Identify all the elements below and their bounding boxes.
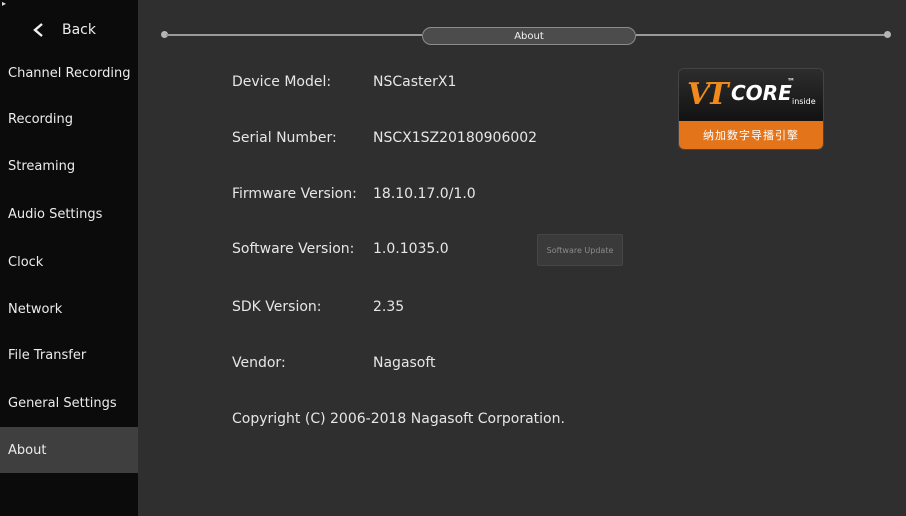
sidebar-item-clock[interactable]: Clock	[0, 239, 138, 285]
logo-vt-mark: VT	[687, 77, 729, 112]
header-line-right	[636, 34, 886, 36]
software-version-value: 1.0.1035.0	[373, 241, 449, 257]
sidebar-item-general-settings[interactable]: General Settings	[0, 380, 138, 426]
sidebar-item-label: Channel Recording	[8, 65, 131, 81]
sidebar-item-label: Recording	[8, 111, 74, 127]
copyright-text: Copyright (C) 2006-2018 Nagasoft Corpora…	[232, 411, 565, 427]
sidebar: ▸ Back Channel Recording Recording Strea…	[0, 0, 138, 516]
firmware-version-value: 18.10.17.0/1.0	[373, 186, 476, 202]
sidebar-item-label: Network	[8, 301, 63, 317]
page-title-text: About	[514, 30, 544, 42]
sidebar-item-audio-settings[interactable]: Audio Settings	[0, 191, 138, 237]
firmware-version-label: Firmware Version:	[232, 186, 357, 202]
software-version-label: Software Version:	[232, 241, 355, 257]
logo-inside-text: inside	[792, 97, 816, 106]
sidebar-item-network[interactable]: Network	[0, 286, 138, 332]
back-button[interactable]: Back	[0, 14, 138, 46]
page-title: About	[422, 27, 636, 45]
software-update-button[interactable]: Software Update	[537, 234, 623, 266]
sidebar-item-label: About	[8, 442, 47, 458]
header-right-dot	[884, 31, 891, 38]
serial-number-label: Serial Number:	[232, 130, 337, 146]
sidebar-item-label: File Transfer	[8, 347, 87, 363]
logo-core-text: CORE	[731, 81, 792, 105]
vendor-label: Vendor:	[232, 355, 286, 371]
logo-tagline-text: 纳加数字导播引擎	[703, 129, 799, 142]
device-model-label: Device Model:	[232, 74, 332, 90]
device-model-value: NSCasterX1	[373, 74, 457, 90]
sdk-version-label: SDK Version:	[232, 299, 322, 315]
software-update-label: Software Update	[546, 245, 614, 255]
serial-number-value: NSCX1SZ20180906002	[373, 130, 538, 146]
sdk-version-value: 2.35	[373, 299, 405, 315]
sidebar-item-label: General Settings	[8, 395, 117, 411]
corner-marker-icon: ▸	[2, 0, 7, 8]
sidebar-item-label: Clock	[8, 254, 44, 270]
sidebar-item-file-transfer[interactable]: File Transfer	[0, 332, 138, 378]
vtcore-logo: VT CORE ™ inside 纳加数字导播引擎	[678, 68, 824, 150]
header-line-left	[166, 34, 422, 36]
logo-tm: ™	[787, 77, 795, 86]
back-label: Back	[62, 22, 96, 38]
sidebar-item-label: Streaming	[8, 158, 76, 174]
chevron-left-icon	[33, 23, 43, 37]
sidebar-item-label: Audio Settings	[8, 206, 103, 222]
logo-tagline: 纳加数字导播引擎	[679, 121, 823, 149]
sidebar-item-recording[interactable]: Recording	[0, 96, 138, 142]
sidebar-item-channel-recording[interactable]: Channel Recording	[0, 50, 138, 96]
vendor-value: Nagasoft	[373, 355, 436, 371]
sidebar-item-streaming[interactable]: Streaming	[0, 143, 138, 189]
sidebar-item-about[interactable]: About	[0, 427, 138, 473]
